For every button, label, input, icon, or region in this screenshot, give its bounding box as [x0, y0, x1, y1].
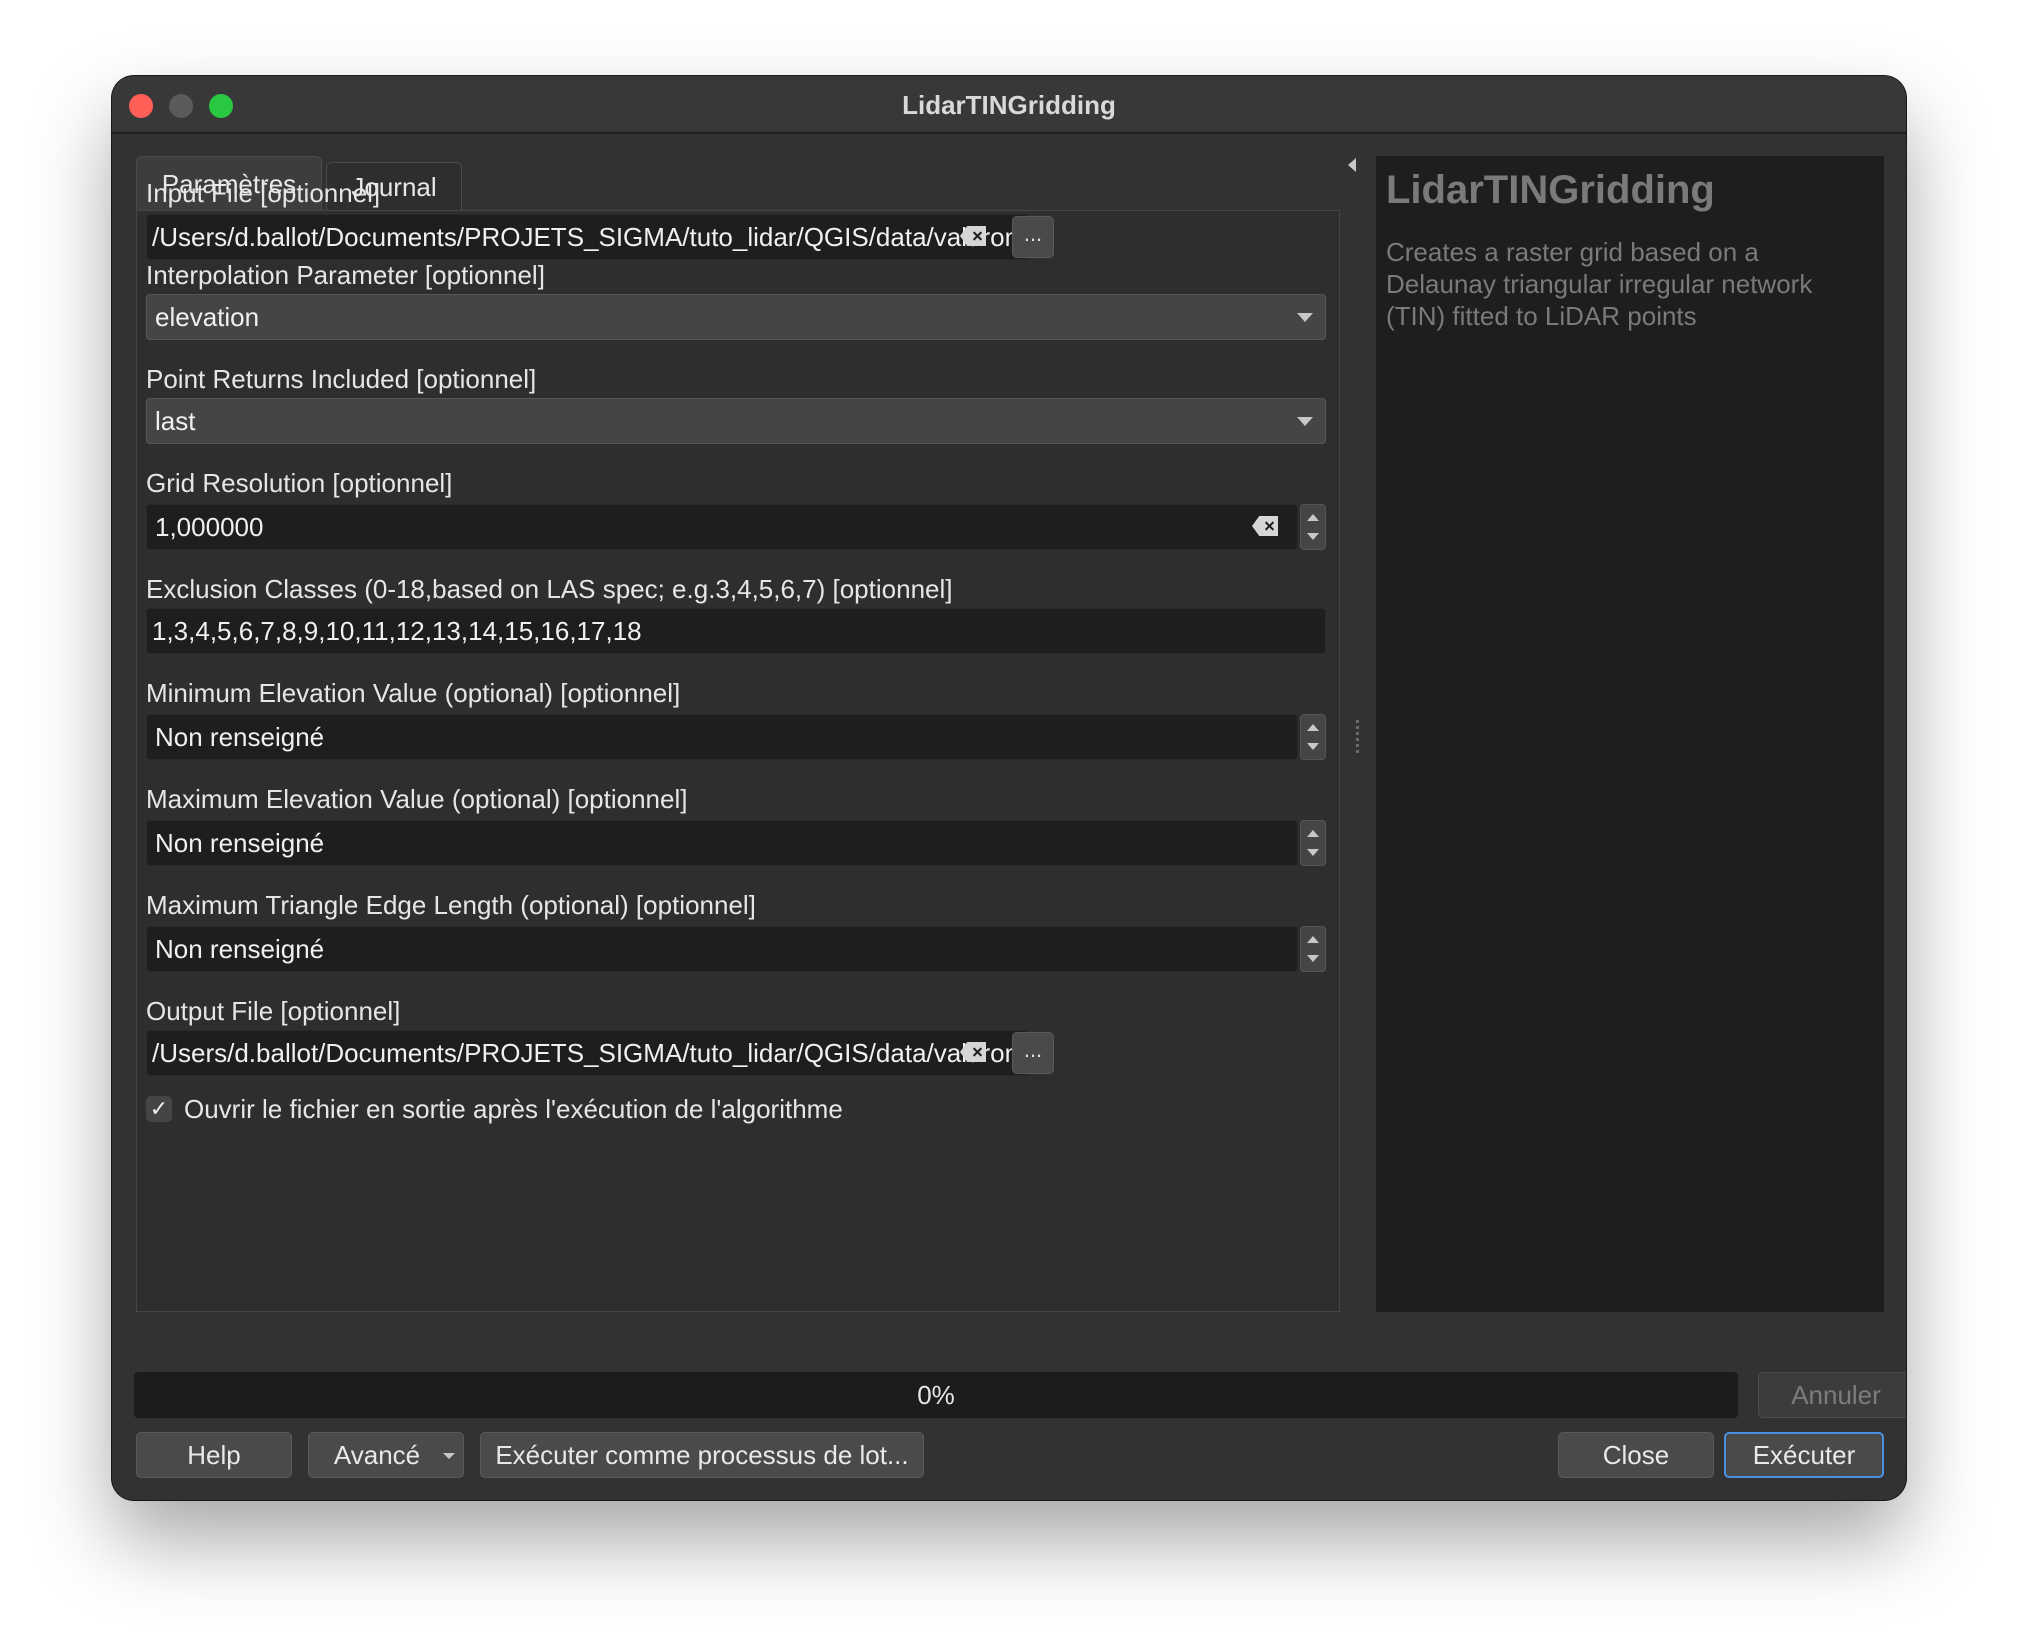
progress-bar: 0% [134, 1372, 1738, 1418]
output-file-label: Output File [optionnel] [146, 996, 401, 1026]
open-output-checkbox[interactable]: ✓ [146, 1096, 172, 1122]
interpolation-select[interactable]: elevation [146, 294, 1326, 340]
output-file-value: /Users/d.ballot/Documents/PROJETS_SIGMA/… [152, 1037, 1027, 1068]
run-button[interactable]: Exécuter [1724, 1432, 1884, 1478]
input-file-field[interactable]: /Users/d.ballot/Documents/PROJETS_SIGMA/… [146, 214, 1028, 260]
max-edge-label: Maximum Triangle Edge Length (optional) … [146, 890, 756, 920]
exclusion-input[interactable]: 1,3,4,5,6,7,8,9,10,11,12,13,14,15,16,17,… [146, 608, 1326, 654]
resolution-value: 1,000000 [155, 511, 264, 542]
chevron-down-icon [1297, 313, 1313, 322]
input-file-value: /Users/d.ballot/Documents/PROJETS_SIGMA/… [152, 221, 1027, 252]
open-output-label[interactable]: Ouvrir le fichier en sortie après l'exéc… [184, 1094, 843, 1125]
dialog-window: LidarTINGridding Paramètres Journal Inpu… [112, 76, 1906, 1500]
progress-text: 0% [917, 1379, 955, 1410]
returns-value: last [155, 405, 196, 436]
min-elevation-input[interactable]: Non renseigné [146, 714, 1298, 760]
collapse-help-icon[interactable] [1348, 158, 1356, 172]
spin-down-icon[interactable] [1307, 955, 1319, 962]
input-file-label: Input File [optionnel] [146, 178, 381, 208]
interpolation-value: elevation [155, 301, 260, 332]
min-elevation-label: Minimum Elevation Value (optional) [opti… [146, 678, 681, 708]
resolution-input[interactable]: 1,000000 [146, 504, 1298, 550]
max-elevation-value: Non renseigné [155, 827, 325, 858]
help-pane: LidarTINGridding Creates a raster grid b… [1376, 156, 1884, 1312]
window-title: LidarTINGridding [902, 90, 1116, 120]
exclusion-label: Exclusion Classes (0-18,based on LAS spe… [146, 574, 953, 604]
cancel-button[interactable]: Annuler [1758, 1372, 1906, 1418]
help-description: Creates a raster grid based on a Delauna… [1386, 237, 1813, 331]
max-edge-spinner[interactable] [1300, 926, 1326, 972]
max-elevation-spinner[interactable] [1300, 820, 1326, 866]
min-elevation-spinner[interactable] [1300, 714, 1326, 760]
browse-output-file-button[interactable]: ... [1012, 1032, 1054, 1074]
spin-up-icon[interactable] [1307, 936, 1319, 943]
batch-process-button[interactable]: Exécuter comme processus de lot... [480, 1432, 924, 1478]
max-edge-value: Non renseigné [155, 933, 325, 964]
max-elevation-input[interactable]: Non renseigné [146, 820, 1298, 866]
spin-down-icon[interactable] [1307, 743, 1319, 750]
interpolation-label: Interpolation Parameter [optionnel] [146, 260, 545, 290]
resolution-spinner[interactable] [1300, 504, 1326, 550]
spin-up-icon[interactable] [1307, 830, 1319, 837]
spin-down-icon[interactable] [1307, 533, 1319, 540]
output-file-field[interactable]: /Users/d.ballot/Documents/PROJETS_SIGMA/… [146, 1030, 1028, 1076]
exclusion-value: 1,3,4,5,6,7,8,9,10,11,12,13,14,15,16,17,… [152, 615, 642, 646]
max-elevation-label: Maximum Elevation Value (optional) [opti… [146, 784, 688, 814]
title-bar: LidarTINGridding [112, 76, 1906, 134]
advanced-button[interactable]: Avancé [308, 1432, 464, 1478]
resolution-label: Grid Resolution [optionnel] [146, 468, 453, 498]
spin-down-icon[interactable] [1307, 849, 1319, 856]
returns-select[interactable]: last [146, 398, 1326, 444]
browse-input-file-button[interactable]: ... [1012, 216, 1054, 258]
chevron-down-icon [443, 1453, 455, 1459]
max-edge-input[interactable]: Non renseigné [146, 926, 1298, 972]
chevron-down-icon [1297, 417, 1313, 426]
advanced-label: Avancé [333, 1439, 421, 1470]
help-title: LidarTINGridding [1386, 168, 1715, 212]
spin-up-icon[interactable] [1307, 724, 1319, 731]
returns-label: Point Returns Included [optionnel] [146, 364, 537, 394]
min-elevation-value: Non renseigné [155, 721, 325, 752]
help-button[interactable]: Help [136, 1432, 292, 1478]
close-button[interactable]: Close [1558, 1432, 1714, 1478]
spin-up-icon[interactable] [1307, 514, 1319, 521]
splitter-handle[interactable] [1356, 720, 1359, 754]
